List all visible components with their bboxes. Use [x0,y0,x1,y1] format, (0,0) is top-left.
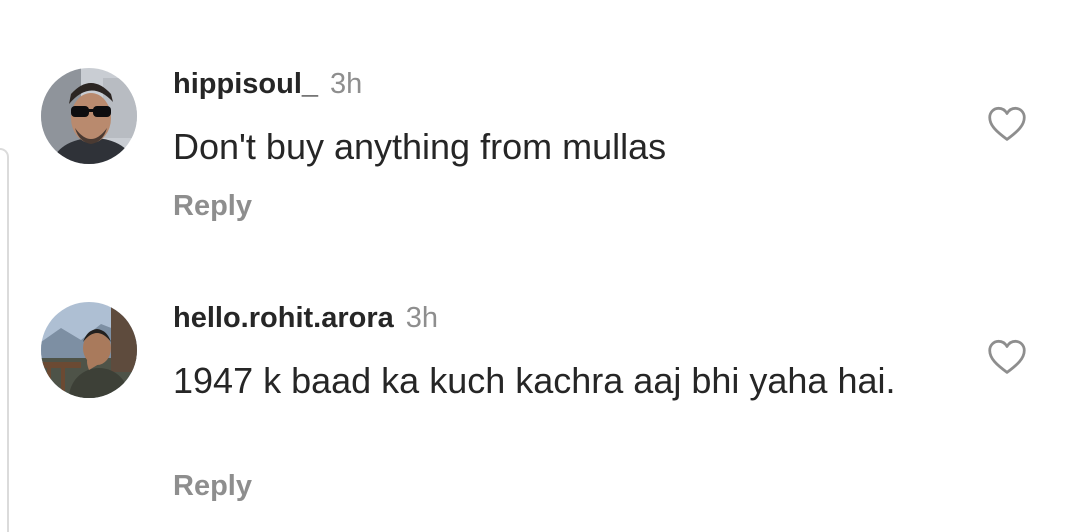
timestamp: 3h [330,68,363,100]
sheet-edge [0,148,9,532]
comment-text: 1947 k baad ka kuch kachra aaj bhi yaha … [173,360,896,401]
heart-outline-icon[interactable] [986,337,1028,375]
comment-header: hippisoul_ 3h [173,68,362,101]
avatar[interactable] [41,302,137,398]
reply-button[interactable]: Reply [173,190,252,223]
timestamp: 3h [405,302,439,334]
username-link[interactable]: hello.rohit.arora [173,302,394,334]
reply-button[interactable]: Reply [173,470,252,503]
avatar[interactable] [41,68,137,164]
heart-outline-icon[interactable] [986,104,1028,142]
username-link[interactable]: hippisoul_ [173,68,318,100]
comment-text: Don't buy anything from mullas [173,126,667,167]
comment-header: hello.rohit.arora 3h [173,302,438,335]
